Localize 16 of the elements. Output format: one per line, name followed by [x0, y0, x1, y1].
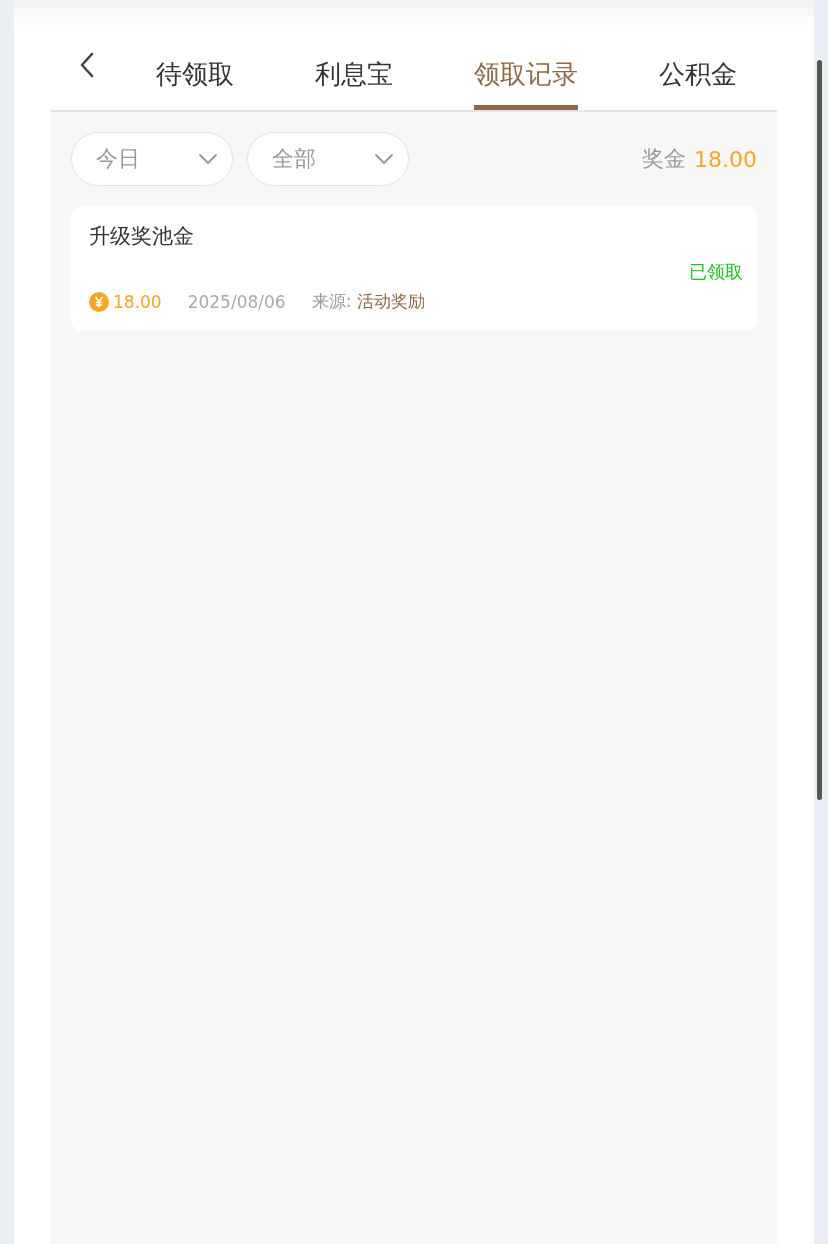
tab[interactable]: 待领取 — [155, 30, 234, 110]
bonus-label: 奖金 — [642, 145, 686, 173]
chevron-down-icon — [198, 153, 218, 165]
record-source: 活动奖励 — [357, 290, 426, 313]
back-icon[interactable] — [79, 52, 95, 78]
record-date: 2025/08/06 — [187, 291, 286, 312]
tab[interactable]: 公积金 — [658, 30, 737, 110]
source-label: 来源: — [311, 290, 352, 313]
coin-icon — [89, 291, 109, 312]
record-title: 升级奖池金 — [89, 223, 195, 250]
record-amount: 18.00 — [113, 291, 162, 312]
scrollbar[interactable] — [817, 60, 822, 800]
bonus-amount: 18.00 — [694, 146, 757, 172]
chevron-down-icon — [374, 153, 394, 165]
tab[interactable]: 利息宝 — [314, 30, 393, 110]
record-status: 已领取 — [689, 260, 743, 284]
